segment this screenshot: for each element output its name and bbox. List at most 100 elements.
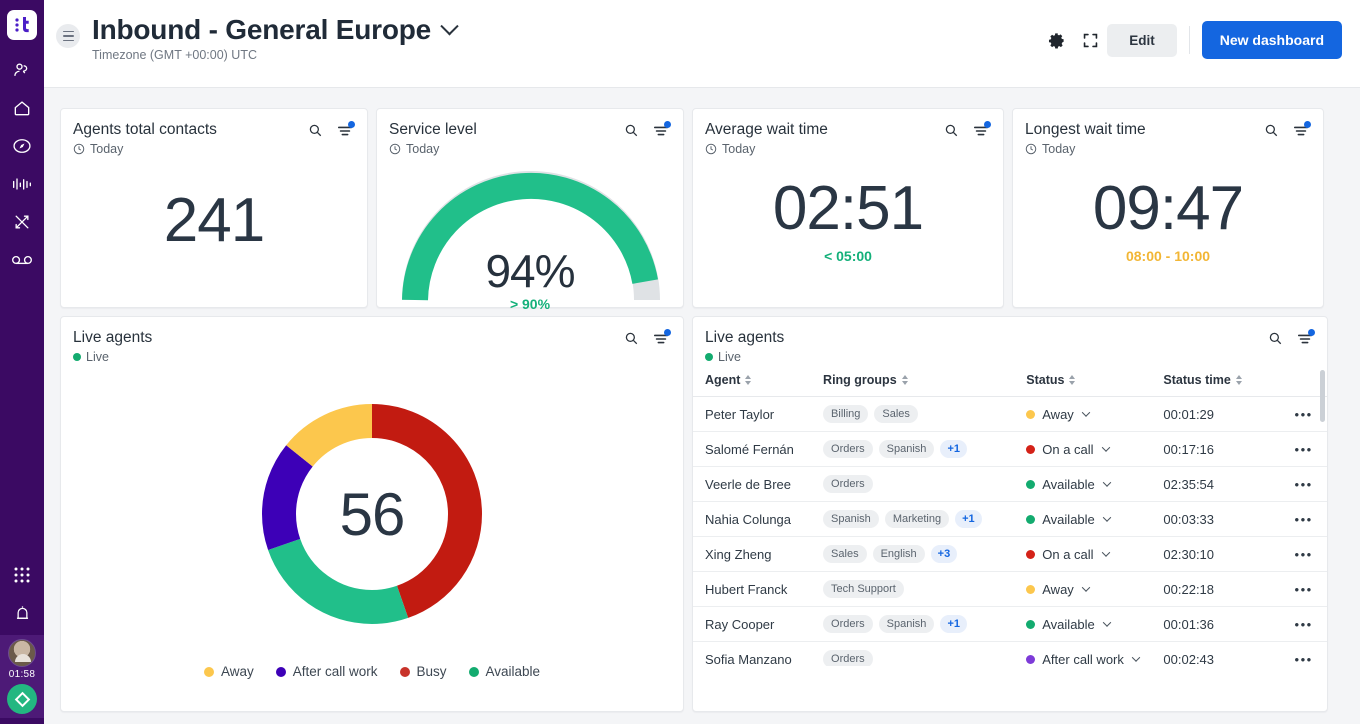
ring-group-chip[interactable]: English — [872, 545, 925, 563]
sidebar-item-voicemail[interactable] — [6, 244, 38, 276]
status-badge[interactable]: After call work — [1026, 652, 1163, 666]
status-label: Away — [1042, 406, 1074, 422]
ring-group-overflow-chip[interactable]: +1 — [955, 510, 982, 528]
fullscreen-button[interactable] — [1073, 23, 1107, 57]
card-filter-button[interactable] — [653, 328, 671, 351]
settings-button[interactable] — [1039, 23, 1073, 57]
table-row[interactable]: Peter Taylor Billing Sales Away 00:01:29 ••• — [693, 396, 1327, 432]
table-row[interactable]: Ray Cooper Orders Spanish +1 Available 00:01:… — [693, 606, 1327, 642]
ring-group-chip[interactable]: Spanish — [878, 615, 935, 633]
row-menu-button[interactable]: ••• — [1280, 606, 1327, 642]
card-search-button[interactable] — [624, 123, 639, 143]
status-badge[interactable]: Away — [1026, 582, 1163, 597]
clock-icon — [705, 143, 717, 155]
table-scroll-area[interactable]: Agent Ring groups Status Status time Pet… — [693, 364, 1327, 666]
avatar[interactable] — [8, 639, 36, 667]
cell-status[interactable]: On a call — [1026, 431, 1164, 467]
notifications-icon[interactable] — [6, 597, 38, 629]
column-header-status[interactable]: Status — [1026, 364, 1164, 397]
chevron-down-icon[interactable] — [1101, 443, 1110, 452]
ring-group-chip[interactable]: Orders — [823, 475, 873, 493]
legend-item[interactable]: Away — [203, 664, 254, 679]
ring-group-overflow-chip[interactable]: +1 — [940, 615, 967, 633]
edit-button[interactable]: Edit — [1107, 23, 1177, 57]
ring-group-chip[interactable]: Orders — [823, 615, 873, 633]
row-menu-button[interactable]: ••• — [1280, 571, 1327, 607]
table-row[interactable]: Sofia Manzano Orders After call work 00:02:… — [693, 641, 1327, 666]
row-menu-button[interactable]: ••• — [1280, 536, 1327, 572]
sidebar-item-home[interactable] — [6, 92, 38, 124]
sidebar-item-explore[interactable] — [6, 130, 38, 162]
status-badge[interactable]: On a call — [1026, 547, 1163, 562]
ring-group-chip[interactable]: Billing — [823, 405, 869, 423]
table-row[interactable]: Nahia Colunga Spanish Marketing +1 Available… — [693, 501, 1327, 537]
status-badge[interactable]: Available — [1026, 512, 1163, 527]
legend-item[interactable]: Available — [468, 664, 540, 679]
chevron-down-icon[interactable] — [1101, 548, 1110, 557]
app-logo[interactable] — [7, 10, 37, 40]
row-menu-button[interactable]: ••• — [1280, 501, 1327, 537]
card-filter-button[interactable] — [337, 120, 355, 143]
chevron-down-icon[interactable] — [1102, 478, 1112, 487]
user-call-widget[interactable]: 01:58 — [0, 635, 44, 718]
card-search-button[interactable] — [308, 123, 323, 143]
cell-status[interactable]: Away — [1026, 571, 1164, 607]
table-row[interactable]: Salomé Fernán Orders Spanish +1 On a call 00:… — [693, 431, 1327, 467]
column-header-status-time[interactable]: Status time — [1163, 364, 1281, 397]
cell-status[interactable]: Available — [1026, 466, 1164, 502]
ring-group-overflow-chip[interactable]: +1 — [940, 440, 967, 458]
chevron-down-icon[interactable] — [1131, 653, 1141, 662]
chevron-down-icon[interactable] — [1102, 513, 1112, 522]
menu-toggle-button[interactable] — [56, 24, 80, 48]
ring-group-chip[interactable]: Orders — [823, 440, 873, 458]
legend-item[interactable]: After call work — [275, 664, 378, 679]
cell-status[interactable]: Away — [1026, 396, 1164, 432]
column-header-agent[interactable]: Agent — [693, 364, 824, 397]
ring-group-chip[interactable]: Tech Support — [823, 580, 904, 598]
card-filter-button[interactable] — [973, 120, 991, 143]
column-header-ring-groups[interactable]: Ring groups — [823, 364, 1027, 397]
chevron-down-icon[interactable] — [1081, 583, 1091, 592]
row-menu-button[interactable]: ••• — [1280, 466, 1327, 502]
table-scrollbar-thumb[interactable] — [1320, 370, 1325, 422]
table-row[interactable]: Veerle de Bree Orders Available 02:35:54 ••• — [693, 466, 1327, 502]
sidebar-item-analytics[interactable] — [6, 168, 38, 200]
sidebar-item-agents[interactable] — [6, 54, 38, 86]
chevron-down-icon[interactable] — [440, 16, 459, 35]
cell-status[interactable]: Available — [1026, 606, 1164, 642]
ring-group-chip[interactable]: Spanish — [823, 510, 879, 528]
table-row[interactable]: Xing Zheng Sales English +3 On a call 02:30:1… — [693, 536, 1327, 572]
cell-status[interactable]: After call work — [1026, 641, 1164, 666]
row-menu-button[interactable]: ••• — [1280, 431, 1327, 467]
dialpad-icon[interactable] — [6, 559, 38, 591]
table-row[interactable]: Hubert Franck Tech Support Away 00:22:18 ••• — [693, 571, 1327, 607]
status-badge[interactable]: Available — [1026, 617, 1163, 632]
legend-item[interactable]: Busy — [399, 664, 447, 679]
status-badge[interactable]: On a call — [1026, 442, 1163, 457]
card-search-button[interactable] — [624, 331, 639, 351]
card-filter-button[interactable] — [1297, 328, 1315, 351]
ring-group-chip[interactable]: Sales — [823, 545, 867, 563]
card-search-button[interactable] — [1264, 123, 1279, 143]
card-search-button[interactable] — [1268, 331, 1283, 351]
ring-group-chip[interactable]: Orders — [823, 650, 873, 666]
chevron-down-icon[interactable] — [1102, 618, 1112, 627]
ring-group-chip[interactable]: Marketing — [884, 510, 950, 528]
ring-group-chip[interactable]: Spanish — [878, 440, 935, 458]
cell-status[interactable]: On a call — [1026, 536, 1164, 572]
status-badge[interactable]: Away — [1026, 407, 1163, 422]
end-call-button[interactable] — [7, 684, 37, 714]
filter-badge — [664, 120, 671, 128]
legend-label: Away — [220, 664, 254, 679]
new-dashboard-button[interactable]: New dashboard — [1201, 21, 1342, 59]
ring-group-chip[interactable]: Sales — [874, 405, 918, 423]
row-menu-button[interactable]: ••• — [1280, 641, 1327, 666]
cell-status[interactable]: Available — [1026, 501, 1164, 537]
sidebar-item-routing[interactable] — [6, 206, 38, 238]
card-filter-button[interactable] — [1293, 120, 1311, 143]
chevron-down-icon[interactable] — [1081, 408, 1091, 417]
ring-group-overflow-chip[interactable]: +3 — [930, 545, 958, 563]
card-filter-button[interactable] — [653, 120, 671, 143]
status-badge[interactable]: Available — [1026, 477, 1163, 492]
card-search-button[interactable] — [944, 123, 959, 143]
